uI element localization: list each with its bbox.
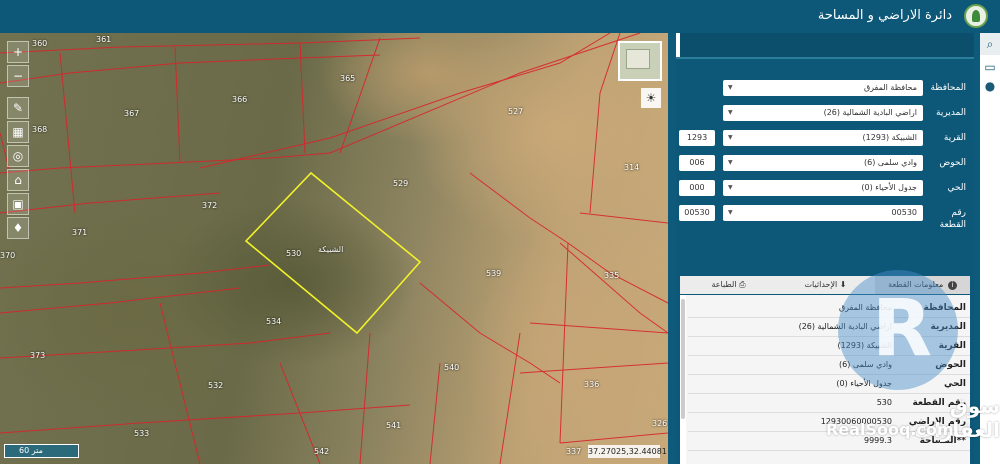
parcel-number-label: 366 — [232, 95, 248, 104]
parcel-number-label: 326 — [652, 419, 668, 428]
neighborhood-select[interactable]: ▼ جدول الأحياء (0) — [723, 180, 923, 196]
parcel-number-label: 337 — [566, 447, 582, 456]
village-select[interactable]: ▼ الشبيكة (1293) — [723, 130, 923, 146]
parcel-number-label: 539 — [486, 269, 502, 278]
parcel-number-label: 335 — [604, 271, 620, 280]
governorate-select[interactable]: ▼ محافظة المفرق — [723, 80, 923, 96]
village-code-input[interactable]: 1293 — [679, 130, 715, 146]
chevron-down-icon: ▼ — [728, 184, 733, 191]
neighborhood-label: الحي — [947, 183, 966, 193]
basemap-switcher[interactable] — [618, 41, 662, 81]
directorate-row: ▼ اراضي البادية الشمالية (26) المديرية — [676, 105, 974, 123]
parcel-number-label: 361 — [96, 35, 112, 44]
parcel-number-label: 370 — [0, 251, 16, 260]
search-icon[interactable]: ⌕ — [980, 33, 1000, 55]
parcel-number-label: 527 — [508, 107, 524, 116]
download-icon: ⬇ — [839, 280, 847, 289]
north-arrow-button[interactable]: ♦ — [7, 217, 29, 239]
zoom-out-button[interactable]: − — [7, 65, 29, 87]
neighborhood-row: 000 ▼ جدول الأحياء (0) الحي — [676, 180, 974, 198]
village-row: 1293 ▼ الشبيكة (1293) القرية — [676, 130, 974, 148]
parcel-number-label: 372 — [202, 201, 218, 210]
parcel-number-label: 542 — [314, 447, 330, 456]
app-header: دائرة الاراضي و المساحة — [0, 0, 1000, 33]
chevron-down-icon: ▼ — [728, 159, 733, 166]
tab-print[interactable]: ⎙ الطباعة — [681, 276, 776, 294]
page-title: دائرة الاراضي و المساحة — [817, 8, 952, 23]
print-icon: ⎙ — [739, 280, 746, 289]
village-label: القرية — [943, 133, 966, 143]
parcel-number-label: 530 — [286, 249, 302, 258]
parcel-number-label: 540 — [444, 363, 460, 372]
parcel-number-label: 371 — [72, 228, 88, 237]
governorate-label: المحافظة — [930, 83, 966, 93]
info-key: الحي — [943, 379, 966, 389]
watermark-english: RealSooq.com — [826, 420, 954, 439]
chevron-down-icon: ▼ — [728, 209, 733, 216]
parcel-label: رقم القطعة — [939, 208, 966, 230]
parcel-number-label: 336 — [584, 380, 600, 389]
basin-row: 006 ▼ وادي سلمى (6) الحوض — [676, 155, 974, 173]
coordinate-readout: 37.27025,32.44081 — [588, 445, 667, 458]
logo-icon — [964, 4, 988, 28]
governorate-row: ▼ محافظة المفرق المحافظة — [676, 80, 974, 98]
zoom-in-button[interactable]: + — [7, 41, 29, 63]
parcel-number-label: 534 — [266, 317, 282, 326]
parcel-number-label: 314 — [624, 163, 640, 172]
info-icon: i — [947, 281, 957, 290]
parcel-code-input[interactable]: 00530 — [679, 205, 715, 221]
parcel-number-label: 533 — [134, 429, 150, 438]
locate-button[interactable]: ◎ — [7, 145, 29, 167]
parcel-number-label: 365 — [340, 74, 356, 83]
map-toolbar: + − ✎ ▦ ◎ ⌂ ▣ ♦ — [7, 41, 29, 241]
parcel-number-label: 368 — [32, 125, 48, 134]
scrollbar[interactable] — [680, 295, 686, 464]
home-button[interactable]: ⌂ — [7, 169, 29, 191]
selected-parcel-name: الشبيكة — [318, 245, 344, 254]
folder-icon[interactable]: ▭ — [983, 60, 997, 74]
directorate-select[interactable]: ▼ اراضي البادية الشمالية (26) — [723, 105, 923, 121]
basin-code-input[interactable]: 006 — [679, 155, 715, 171]
panel-divider — [676, 57, 974, 59]
parcel-select[interactable]: ▼ 00530 — [723, 205, 923, 221]
chevron-down-icon: ▼ — [728, 134, 733, 141]
basin-select[interactable]: ▼ وادي سلمى (6) — [723, 155, 923, 171]
chevron-down-icon: ▼ — [728, 84, 733, 91]
parcel-row: 00530 ▼ 00530 رقم القطعة — [676, 205, 974, 231]
panel-header — [676, 33, 974, 57]
location-pin-icon[interactable]: ● — [983, 79, 997, 93]
parcel-number-label: 360 — [32, 39, 48, 48]
parcel-number-label: 367 — [124, 109, 140, 118]
basin-label: الحوض — [939, 158, 966, 168]
parcel-number-label: 532 — [208, 381, 224, 390]
scale-bar: 60 متر — [4, 444, 79, 458]
parcel-number-label: 373 — [30, 351, 46, 360]
chevron-down-icon: ▼ — [728, 109, 733, 116]
measure-button[interactable]: ▦ — [7, 121, 29, 143]
watermark-logo — [838, 270, 958, 390]
map-view[interactable]: + − ✎ ▦ ◎ ⌂ ▣ ♦ ☀ 360 361 365 366 367 368 372 3… — [0, 33, 668, 464]
sun-icon[interactable]: ☀ — [641, 88, 661, 108]
directorate-label: المديرية — [936, 108, 966, 118]
draw-button[interactable]: ✎ — [7, 97, 29, 119]
parcel-number-label: 541 — [386, 421, 402, 430]
export-button[interactable]: ▣ — [7, 193, 29, 215]
parcel-number-label: 529 — [393, 179, 409, 188]
neighborhood-code-input[interactable]: 000 — [679, 180, 715, 196]
